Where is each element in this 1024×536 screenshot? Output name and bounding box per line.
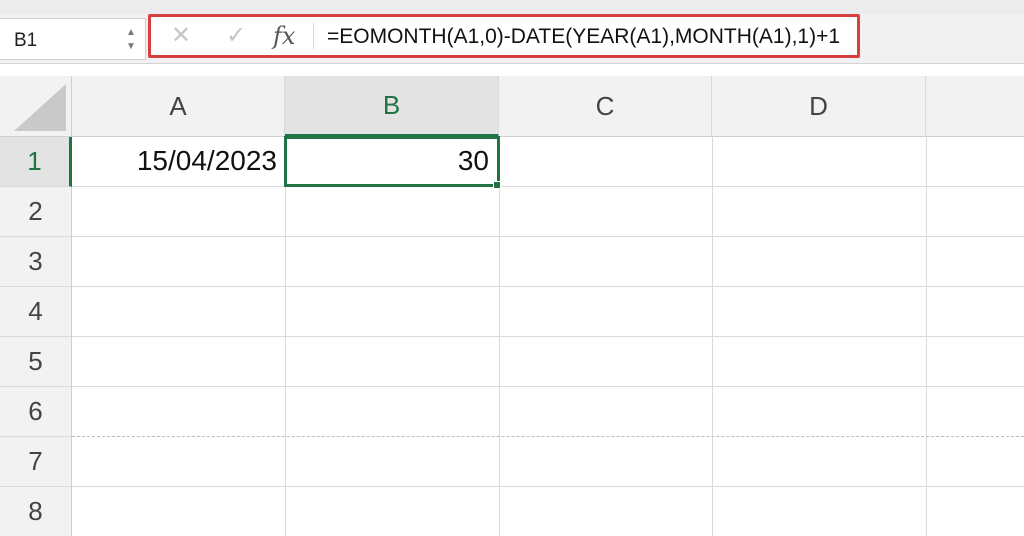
row-header-4[interactable]: 4 xyxy=(0,287,71,337)
insert-function-icon[interactable]: fx xyxy=(273,21,295,51)
divider xyxy=(313,23,314,49)
column-header-e[interactable] xyxy=(926,76,1024,136)
row-header-5[interactable]: 5 xyxy=(0,337,71,387)
window-top-strip xyxy=(0,0,1024,14)
gridline xyxy=(72,486,1024,487)
gridline xyxy=(72,236,1024,237)
column-header-b[interactable]: B xyxy=(285,76,499,137)
column-headers: A B C D xyxy=(72,76,1024,137)
row-headers: 1 2 3 4 5 6 7 8 xyxy=(0,137,72,536)
chevron-down-icon[interactable]: ▼ xyxy=(124,40,138,54)
worksheet-grid: A B C D 1 2 3 4 5 6 7 8 15/04/2023 30 xyxy=(0,76,1024,536)
row-header-7[interactable]: 7 xyxy=(0,437,71,487)
gridline xyxy=(72,286,1024,287)
row-header-2[interactable]: 2 xyxy=(0,187,71,237)
formula-input[interactable]: =EOMONTH(A1,0)-DATE(YEAR(A1),MONTH(A1),1… xyxy=(327,25,840,49)
cancel-icon[interactable]: ✕ xyxy=(171,23,191,49)
confirm-icon[interactable]: ✓ xyxy=(226,23,246,49)
chevron-up-icon[interactable]: ▲ xyxy=(124,26,138,40)
formula-bar[interactable]: ✕ ✓ fx =EOMONTH(A1,0)-DATE(YEAR(A1),MONT… xyxy=(148,14,860,58)
fill-handle[interactable] xyxy=(493,181,501,189)
column-header-d[interactable]: D xyxy=(712,76,926,136)
row-header-1[interactable]: 1 xyxy=(0,137,72,187)
name-box-value: B1 xyxy=(14,30,38,51)
gridline xyxy=(72,186,1024,187)
row-header-8[interactable]: 8 xyxy=(0,487,71,536)
column-header-c[interactable]: C xyxy=(499,76,712,136)
row-header-3[interactable]: 3 xyxy=(0,237,71,287)
cell-area[interactable]: 15/04/2023 30 xyxy=(72,136,1024,536)
gridline xyxy=(72,336,1024,337)
cell-a1[interactable]: 15/04/2023 xyxy=(72,137,285,186)
column-header-a[interactable]: A xyxy=(72,76,285,136)
row-header-6[interactable]: 6 xyxy=(0,387,71,437)
formula-bar-area: B1 ▲ ▼ ✕ ✓ fx =EOMONTH(A1,0)-DATE(YEAR(A… xyxy=(0,14,1024,64)
active-cell-border xyxy=(284,136,500,187)
select-all-button[interactable] xyxy=(0,76,72,137)
gridline xyxy=(72,386,1024,387)
name-box[interactable]: B1 ▲ ▼ xyxy=(0,18,146,60)
name-box-spinner[interactable]: ▲ ▼ xyxy=(124,26,138,54)
page-break-line xyxy=(72,436,1024,437)
